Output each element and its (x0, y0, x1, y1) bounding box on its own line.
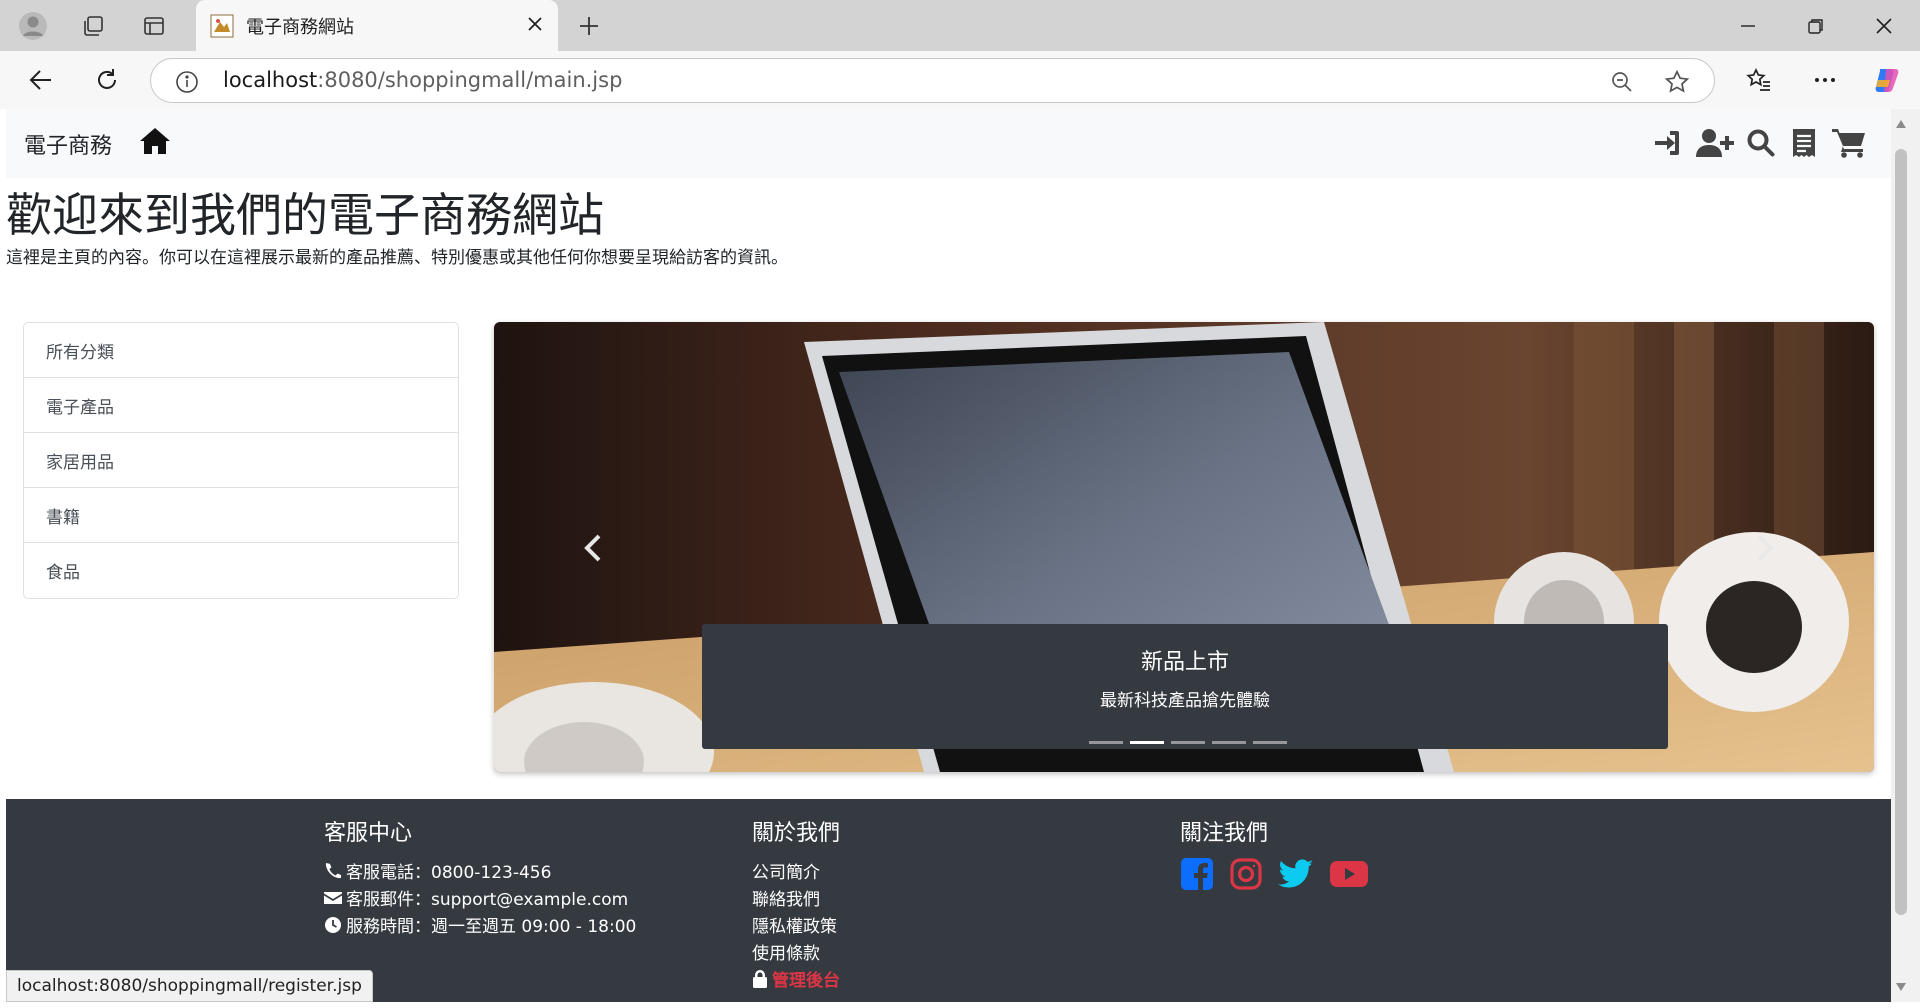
user-plus-icon[interactable] (1696, 128, 1734, 158)
footer-about-column: 關於我們 公司簡介 聯絡我們 隱私權政策 使用條款 管理後台 (752, 815, 840, 992)
footer-link-contact[interactable]: 聯絡我們 (752, 885, 820, 910)
category-item[interactable]: 食品 (24, 543, 458, 598)
footer-follow-title: 關注我們 (1180, 821, 1269, 846)
copilot-button[interactable] (1866, 60, 1908, 100)
carousel-indicator[interactable] (1253, 741, 1287, 744)
active-tab[interactable]: 電子商務網站 (196, 0, 558, 51)
browser-toolbar: localhost:8080/shoppingmall/main.jsp (0, 51, 1920, 109)
scroll-down-icon[interactable] (1895, 982, 1907, 992)
site-navbar: 電子商務 (6, 109, 1891, 178)
page-scrollbar[interactable] (1891, 109, 1920, 1002)
carousel-indicators (1089, 741, 1287, 744)
footer-phone-text: 客服電話：0800-123-456 (346, 863, 552, 883)
new-tab-button[interactable] (570, 7, 608, 45)
instagram-icon[interactable] (1229, 857, 1263, 891)
scroll-up-icon[interactable] (1895, 119, 1907, 129)
zoom-out-icon[interactable] (1610, 70, 1634, 94)
carousel-caption-text: 最新科技產品搶先體驗 (1100, 691, 1270, 711)
footer-hours: 服務時間：週一至週五 09:00 - 18:00 (324, 911, 636, 938)
plus-icon (580, 17, 598, 35)
carousel-indicator[interactable] (1171, 741, 1205, 744)
category-item[interactable]: 所有分類 (24, 323, 458, 378)
browser-tab-bar: 電子商務網站 (0, 0, 1920, 51)
category-item[interactable]: 家居用品 (24, 433, 458, 488)
product-carousel[interactable]: 新品上市 最新科技產品搶先體驗 (494, 322, 1874, 772)
more-dots-icon (1815, 78, 1835, 82)
workspaces-icon (84, 16, 103, 36)
category-list: 所有分類 電子產品 家居用品 書籍 食品 (23, 322, 459, 599)
copilot-icon (1875, 69, 1899, 92)
receipt-icon[interactable] (1792, 128, 1816, 158)
close-icon (1876, 18, 1892, 34)
carousel-indicator[interactable] (1089, 741, 1123, 744)
phone-icon (325, 862, 341, 878)
footer-email: 客服郵件：support@example.com (324, 884, 636, 911)
footer-email-text: 客服郵件：support@example.com (346, 890, 629, 910)
page-lead: 這裡是主頁的內容。你可以在這裡展示最新的產品推薦、特別優惠或其他任何你想要呈現給… (6, 248, 788, 268)
page-title: 歡迎來到我們的電子商務網站 (6, 188, 604, 242)
site-info-icon[interactable] (175, 70, 199, 94)
arrow-left-icon (29, 70, 51, 90)
footer-about-title: 關於我們 (752, 821, 841, 846)
lock-icon (753, 969, 767, 988)
url-path: :8080/shoppingmall/main.jsp (317, 68, 623, 92)
carousel-indicator[interactable] (1212, 741, 1246, 744)
profile-button[interactable] (14, 7, 52, 45)
footer-link-about[interactable]: 公司簡介 (752, 858, 820, 883)
url-text: localhost:8080/shoppingmall/main.jsp (223, 68, 622, 92)
scrollbar-thumb[interactable] (1895, 149, 1907, 915)
restore-icon (1808, 19, 1823, 34)
social-links (1180, 857, 1369, 891)
category-item[interactable]: 書籍 (24, 488, 458, 543)
carousel-prev-icon[interactable] (582, 532, 604, 564)
footer-link-privacy[interactable]: 隱私權政策 (752, 912, 837, 937)
clock-icon (325, 916, 341, 933)
more-options-button[interactable] (1804, 60, 1846, 100)
back-button[interactable] (20, 60, 62, 100)
footer-link-terms[interactable]: 使用條款 (752, 939, 820, 964)
minimize-icon (1741, 25, 1755, 27)
restore-button[interactable] (1788, 6, 1844, 46)
favorite-star-icon[interactable] (1664, 69, 1690, 95)
tab-actions-button[interactable] (135, 7, 173, 45)
carousel-next-icon[interactable] (1754, 532, 1776, 564)
login-icon[interactable] (1652, 128, 1682, 158)
cart-icon[interactable] (1832, 128, 1866, 158)
close-tab-icon[interactable] (524, 13, 546, 35)
footer-service-column: 客服中心 客服電話：0800-123-456 客服郵件：support@exam… (324, 815, 636, 938)
search-icon[interactable] (1746, 128, 1776, 158)
twitter-icon[interactable] (1278, 859, 1314, 889)
carousel-caption: 新品上市 最新科技產品搶先體驗 (702, 624, 1668, 749)
envelope-icon (324, 891, 342, 904)
footer-hours-text: 服務時間：週一至週五 09:00 - 18:00 (346, 917, 637, 937)
tab-title: 電子商務網站 (246, 17, 354, 38)
favorites-button[interactable] (1738, 60, 1780, 100)
carousel-caption-title: 新品上市 (1140, 650, 1229, 675)
workspaces-button[interactable] (74, 7, 112, 45)
category-item[interactable]: 電子產品 (24, 378, 458, 433)
footer-link-admin[interactable]: 管理後台 (772, 966, 840, 991)
profile-icon (19, 12, 47, 40)
address-bar[interactable]: localhost:8080/shoppingmall/main.jsp (150, 58, 1715, 103)
footer-phone: 客服電話：0800-123-456 (324, 857, 636, 884)
reload-icon (98, 69, 116, 89)
footer-service-title: 客服中心 (324, 821, 413, 846)
footer-follow-column: 關注我們 (1180, 815, 1369, 891)
tab-actions-icon (144, 17, 164, 35)
reload-button[interactable] (86, 60, 128, 100)
site-brand[interactable]: 電子商務 (24, 128, 112, 160)
home-icon[interactable] (139, 126, 171, 156)
youtube-icon[interactable] (1329, 859, 1369, 889)
carousel-indicator[interactable] (1130, 741, 1164, 744)
status-link-preview: localhost:8080/shoppingmall/register.jsp (6, 970, 373, 1002)
minimize-button[interactable] (1720, 6, 1776, 46)
favorites-list-icon (1746, 68, 1770, 91)
url-host: localhost (223, 68, 318, 92)
close-window-button[interactable] (1856, 6, 1912, 46)
page-viewport: 電子商務 歡迎來到我們的電子商務網站 這裡是主頁的內容。你可以在這裡展示最新的產… (6, 109, 1891, 1002)
site-favicon-icon (210, 14, 234, 38)
facebook-icon[interactable] (1180, 857, 1214, 891)
